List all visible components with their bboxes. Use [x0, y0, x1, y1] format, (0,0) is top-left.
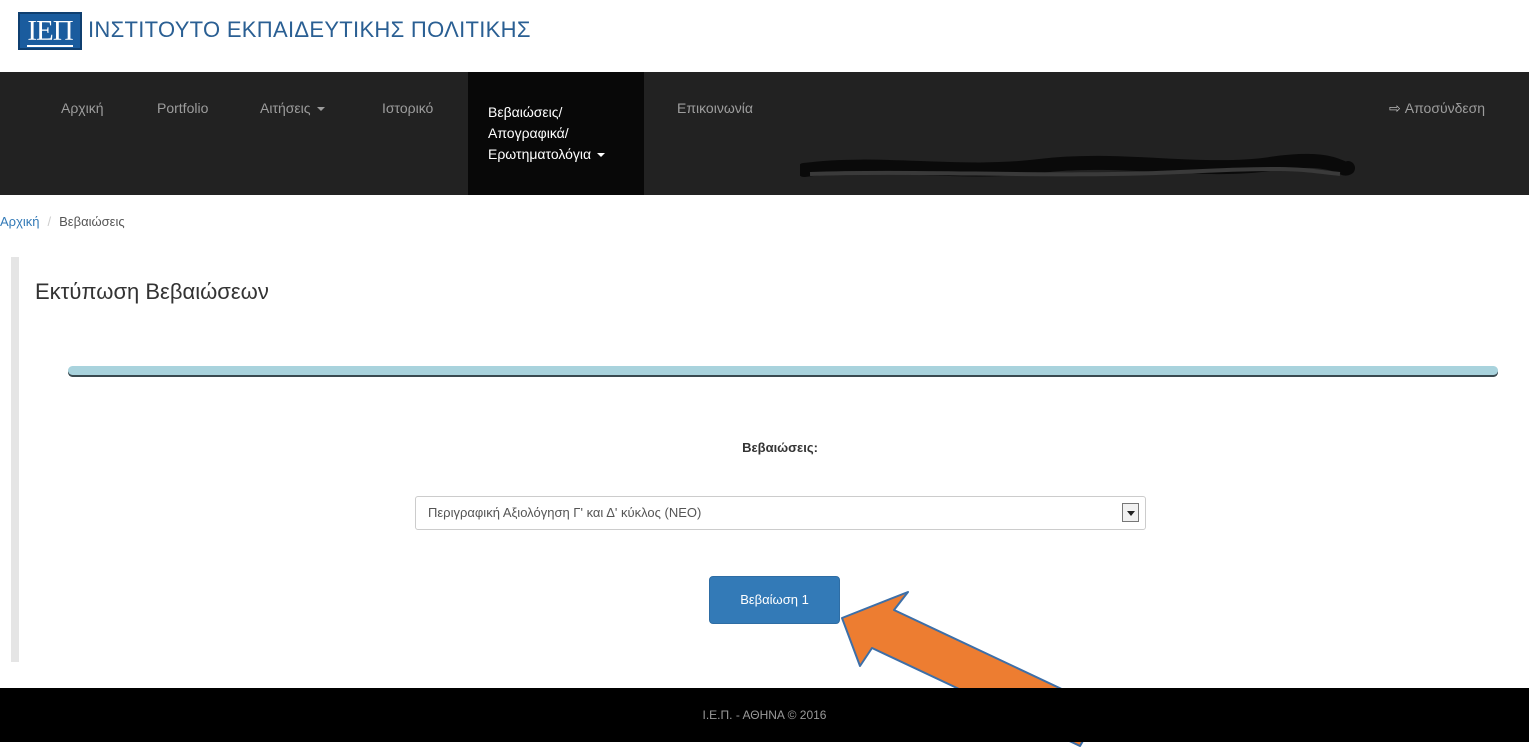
- nav-item-contact[interactable]: Επικοινωνία: [677, 72, 753, 195]
- sign-out-icon: ⇨: [1389, 100, 1401, 116]
- breadcrumb: Αρχική / Βεβαιώσεις: [0, 214, 125, 229]
- certificate-select-value: Περιγραφική Αξιολόγηση Γ' και Δ' κύκλος …: [428, 505, 702, 520]
- nav-item-portfolio[interactable]: Portfolio: [157, 72, 208, 195]
- footer-copyright: Ι.Ε.Π. - ΑΘΗΝΑ © 2016: [702, 708, 827, 722]
- breadcrumb-home[interactable]: Αρχική: [0, 214, 40, 229]
- page-title: Εκτύπωση Βεβαιώσεων: [35, 279, 269, 304]
- nav-item-certificates-line3: Ερωτηματολόγια: [488, 146, 592, 162]
- redaction-scribble: [800, 153, 1355, 177]
- nav-item-applications[interactable]: Αιτήσεις: [260, 72, 325, 195]
- dropdown-arrow-icon[interactable]: [1122, 503, 1139, 522]
- certificate-select[interactable]: Περιγραφική Αξιολόγηση Γ' και Δ' κύκλος …: [415, 496, 1146, 530]
- nav-item-certificates-line2: Απογραφικά/: [488, 125, 569, 141]
- nav-item-certificates[interactable]: Βεβαιώσεις/ Απογραφικά/ Ερωτηματολόγια: [468, 72, 644, 195]
- logout-link[interactable]: ⇨ Αποσύνδεση: [1389, 100, 1485, 117]
- nav-item-home[interactable]: Αρχική: [61, 72, 104, 195]
- logout-label: Αποσύνδεση: [1404, 100, 1486, 116]
- certificates-label: Βεβαιώσεις:: [742, 440, 818, 455]
- nav-item-history[interactable]: Ιστορικό: [382, 72, 433, 195]
- caret-down-icon: [597, 153, 606, 158]
- caret-down-icon: [316, 107, 325, 112]
- divider-bar: [68, 366, 1498, 375]
- nav-item-certificates-line1: Βεβαιώσεις/: [488, 104, 563, 120]
- iep-logo[interactable]: ΙΕΠ: [18, 12, 82, 50]
- site-footer: Ι.Ε.Π. - ΑΘΗΝΑ © 2016: [0, 688, 1529, 742]
- certificate-1-button[interactable]: Βεβαίωση 1: [709, 576, 840, 624]
- breadcrumb-separator: /: [47, 214, 52, 229]
- nav-item-certificates-line3-wrap: Ερωτηματολόγια: [488, 144, 644, 165]
- site-header: ΙΕΠ ΙΝΣΤΙΤΟΥΤΟ ΕΚΠΑΙΔΕΥΤΙΚΗΣ ΠΟΛΙΤΙΚΗΣ: [0, 0, 1529, 72]
- org-name: ΙΝΣΤΙΤΟΥΤΟ ΕΚΠΑΙΔΕΥΤΙΚΗΣ ΠΟΛΙΤΙΚΗΣ: [88, 17, 531, 42]
- panel-left-border: [11, 257, 19, 662]
- main-navbar: Αρχική Portfolio Αιτήσεις Ιστορικό Βεβαι…: [0, 72, 1529, 195]
- nav-item-applications-label: Αιτήσεις: [260, 100, 311, 116]
- breadcrumb-current: Βεβαιώσεις: [59, 214, 125, 229]
